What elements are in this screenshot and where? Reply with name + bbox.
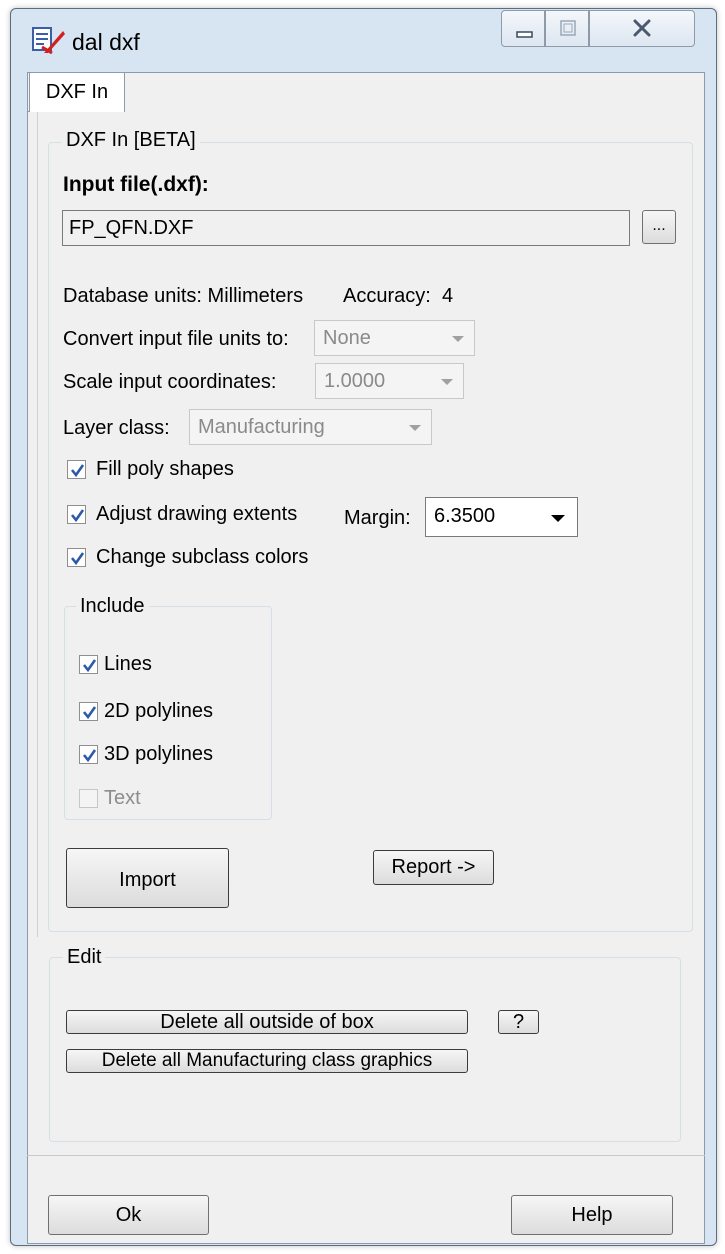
chevron-down-icon <box>452 336 464 342</box>
convert-units-value: None <box>323 327 371 349</box>
checkmark-icon <box>70 509 85 523</box>
help-button[interactable]: Help <box>511 1195 673 1235</box>
browse-button[interactable]: ... <box>642 210 676 244</box>
input-file-label: Input file(.dxf): <box>63 173 209 196</box>
accuracy-label: Accuracy: <box>343 285 431 307</box>
checkmark-icon <box>70 464 85 478</box>
edit-group-label: Edit <box>63 946 106 969</box>
layer-class-combo[interactable]: Manufacturing <box>189 409 432 445</box>
app-icon[interactable] <box>30 25 66 55</box>
text-checkbox[interactable] <box>79 789 98 808</box>
3d-polylines-label: 3D polylines <box>104 743 213 765</box>
checkmark-icon <box>82 659 97 673</box>
fill-poly-checkbox[interactable] <box>67 460 86 479</box>
import-button[interactable]: Import <box>66 848 229 908</box>
margin-label: Margin: <box>344 507 411 529</box>
fill-poly-label: Fill poly shapes <box>96 458 234 480</box>
report-button[interactable]: Report -> <box>373 850 494 885</box>
delete-outside-box-button[interactable]: Delete all outside of box <box>66 1010 468 1034</box>
2d-polylines-label: 2D polylines <box>104 700 213 722</box>
convert-units-label: Convert input file units to: <box>63 328 289 350</box>
maximize-button[interactable] <box>545 10 589 47</box>
tab-dxf-in[interactable]: DXF In <box>29 72 125 112</box>
convert-units-combo[interactable]: None <box>314 320 475 356</box>
delete-manufacturing-button[interactable]: Delete all Manufacturing class graphics <box>66 1049 468 1073</box>
minimize-button[interactable] <box>501 10 545 47</box>
3d-polylines-checkbox[interactable] <box>79 745 98 764</box>
layer-class-label: Layer class: <box>63 417 170 439</box>
chevron-down-icon <box>409 425 421 431</box>
text-label: Text <box>104 787 141 809</box>
footer-divider <box>27 1155 705 1156</box>
margin-combo[interactable]: 6.3500 <box>425 497 578 537</box>
dxf-in-group-label: DXF In [BETA] <box>62 129 200 152</box>
change-colors-checkbox[interactable] <box>67 548 86 567</box>
checkmark-icon <box>82 706 97 720</box>
change-colors-label: Change subclass colors <box>96 546 309 568</box>
scale-coordinates-value: 1.0000 <box>324 370 386 392</box>
window-title: dal dxf <box>72 29 140 55</box>
maximize-icon <box>560 20 576 36</box>
layer-class-value: Manufacturing <box>198 416 325 438</box>
2d-polylines-checkbox[interactable] <box>79 702 98 721</box>
database-units-label: Database units: Millimeters <box>63 285 304 307</box>
adjust-extents-checkbox[interactable] <box>67 505 86 524</box>
close-icon <box>633 19 651 37</box>
lines-checkbox[interactable] <box>79 655 98 674</box>
minimize-icon <box>516 31 533 38</box>
scale-coordinates-label: Scale input coordinates: <box>63 371 277 393</box>
include-group-label: Include <box>76 595 149 618</box>
adjust-extents-label: Adjust drawing extents <box>96 503 298 525</box>
accuracy-value: 4 <box>442 285 454 307</box>
margin-value: 6.3500 <box>434 505 496 527</box>
close-button[interactable] <box>589 10 695 47</box>
checkmark-icon <box>82 749 97 763</box>
scale-coordinates-combo[interactable]: 1.0000 <box>315 363 464 399</box>
chevron-down-icon <box>551 515 565 522</box>
help-question-button[interactable]: ? <box>498 1010 539 1034</box>
checkmark-icon <box>70 552 85 566</box>
input-file-field[interactable]: FP_QFN.DXF <box>62 210 630 246</box>
chevron-down-icon <box>441 379 453 385</box>
lines-label: Lines <box>104 653 152 675</box>
ok-button[interactable]: Ok <box>48 1195 209 1235</box>
